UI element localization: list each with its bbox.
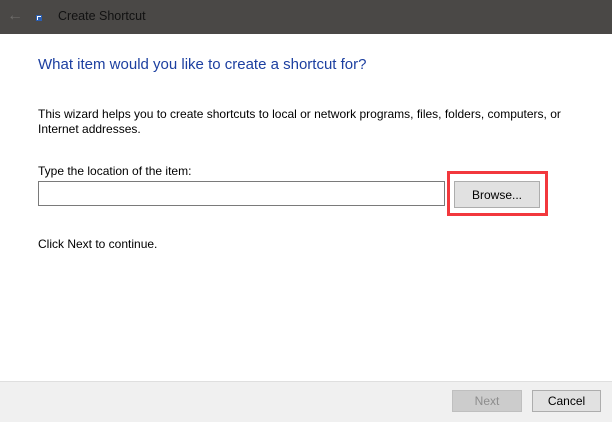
location-input[interactable]: [38, 181, 445, 206]
shortcut-icon: [36, 15, 42, 21]
location-label: Type the location of the item:: [38, 164, 192, 178]
title-bar: ← Create Shortcut: [0, 0, 612, 34]
wizard-description: This wizard helps you to create shortcut…: [38, 107, 561, 136]
window-title: Create Shortcut: [58, 9, 146, 23]
page-heading: What item would you like to create a sho…: [38, 56, 367, 73]
back-arrow-icon[interactable]: ←: [7, 7, 23, 25]
continue-text: Click Next to continue.: [38, 237, 158, 251]
next-button[interactable]: Next: [452, 390, 522, 412]
browse-button[interactable]: Browse...: [454, 181, 540, 208]
cancel-button[interactable]: Cancel: [532, 390, 601, 412]
